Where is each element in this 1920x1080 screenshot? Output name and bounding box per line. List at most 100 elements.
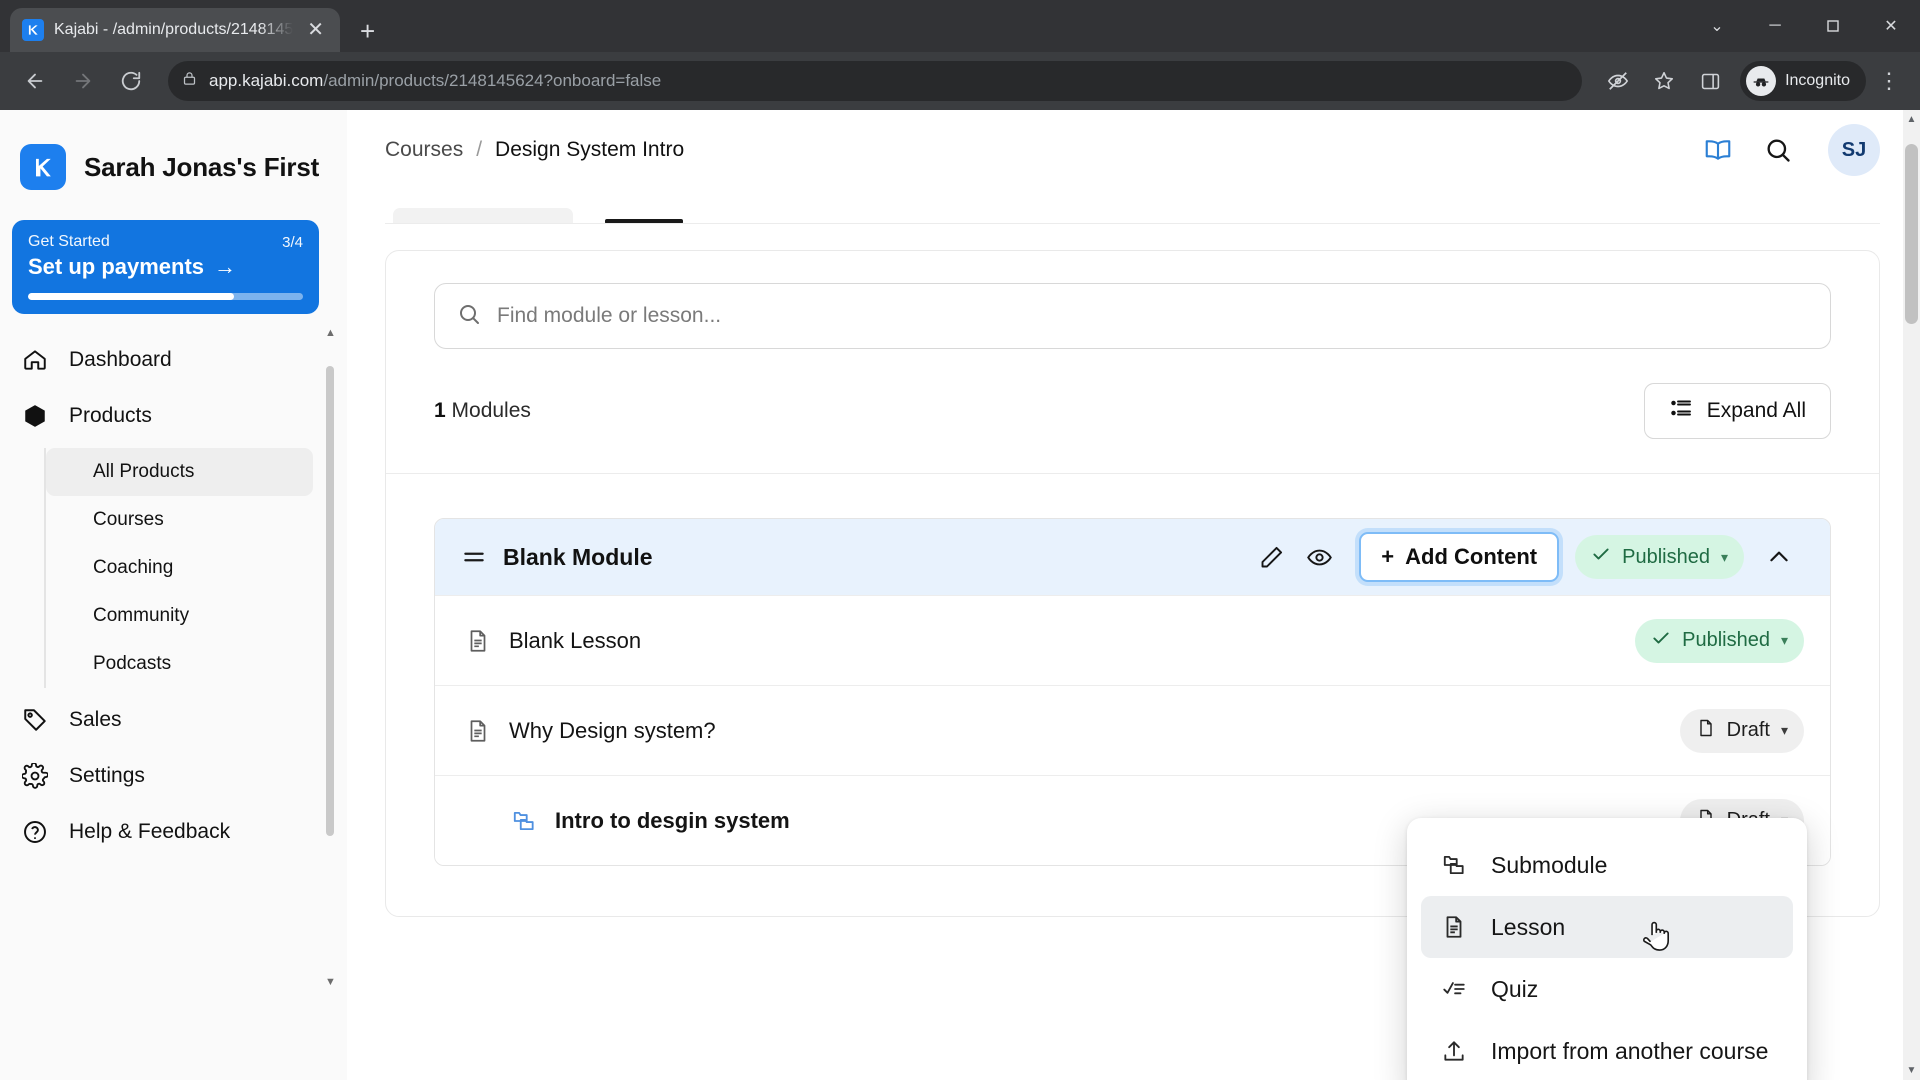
add-content-button[interactable]: + Add Content (1359, 532, 1560, 582)
menu-item-label: Quiz (1491, 975, 1539, 1002)
search-input[interactable]: Find module or lesson... (434, 283, 1831, 349)
status-badge[interactable]: Published ▾ (1575, 535, 1744, 579)
pencil-icon[interactable] (1247, 533, 1295, 581)
address-bar[interactable]: app.kajabi.com/admin/products/2148145624… (168, 61, 1583, 101)
sidebar-item-podcasts[interactable]: Podcasts (46, 640, 313, 688)
bookmark-star-icon[interactable] (1644, 61, 1684, 101)
status-badge[interactable]: Draft ▾ (1679, 708, 1804, 753)
module-header-row[interactable]: Blank Module + Add Content Published ▾ (435, 519, 1830, 595)
menu-item-import-from-another-course[interactable]: Import from another course (1421, 1020, 1793, 1080)
url-text: app.kajabi.com/admin/products/2148145624… (209, 71, 661, 91)
sidebar-item-community[interactable]: Community (46, 592, 313, 640)
menu-item-lesson[interactable]: Lesson (1421, 896, 1793, 958)
lock-icon (182, 71, 197, 91)
content-tabs (385, 190, 1880, 224)
expand-all-label: Expand All (1706, 399, 1806, 422)
page-scrollbar[interactable]: ▲ ▼ (1903, 110, 1920, 1080)
get-started-cta-label: Set up payments (28, 254, 205, 279)
get-started-card[interactable]: Get Started 3/4 Set up payments → (12, 220, 319, 314)
document-icon (1439, 914, 1469, 940)
scroll-down-icon[interactable]: ▼ (1903, 1065, 1920, 1076)
scroll-up-icon[interactable]: ▲ (325, 328, 336, 339)
get-started-cta[interactable]: Set up payments → (28, 254, 303, 280)
menu-item-label: Submodule (1491, 851, 1608, 878)
chevron-down-icon: ▾ (1720, 548, 1728, 565)
submodule-icon (1439, 852, 1469, 878)
menu-item-submodule[interactable]: Submodule (1421, 834, 1793, 896)
browser-menu-icon[interactable]: ⋮ (1872, 68, 1906, 94)
sidebar-item-dashboard[interactable]: Dashboard (0, 332, 347, 388)
sidebar-item-settings[interactable]: Settings (0, 748, 347, 804)
tag-icon (20, 705, 50, 735)
gear-icon (20, 761, 50, 791)
eye-icon[interactable] (1295, 533, 1343, 581)
kajabi-logo-icon (20, 144, 66, 190)
page-viewport: Sarah Jonas's First Get Started 3/4 Set … (0, 110, 1920, 1080)
sidebar-item-products[interactable]: Products (0, 388, 347, 444)
browser-window: Kajabi - /admin/products/2148145624?onbo… (0, 0, 1920, 1080)
sidebar-scrollbar-thumb[interactable] (326, 366, 334, 836)
book-icon[interactable] (1696, 128, 1740, 172)
sidebar-item-label: Help & Feedback (69, 820, 231, 843)
submodule-icon (507, 808, 541, 834)
incognito-icon (1746, 66, 1777, 96)
sidebar-scrollbar[interactable]: ▲ ▼ (325, 328, 336, 988)
url-host: app.kajabi.com (209, 71, 324, 90)
profile-label: Incognito (1785, 72, 1850, 89)
document-icon (461, 718, 495, 744)
drag-handle-icon[interactable] (459, 544, 489, 570)
sidebar-item-all-products[interactable]: All Products (46, 448, 313, 496)
side-panel-icon[interactable] (1690, 61, 1730, 101)
main-content: Courses / Design System Intro SJ Find mo… (347, 110, 1920, 1080)
avatar[interactable]: SJ (1828, 124, 1880, 176)
plus-icon: + (1381, 544, 1395, 569)
breadcrumb-parent[interactable]: Courses (385, 138, 463, 162)
lesson-name: Why Design system? (509, 717, 716, 743)
cube-icon (20, 401, 50, 431)
page-scrollbar-thumb[interactable] (1905, 144, 1918, 324)
sidebar-item-courses[interactable]: Courses (46, 496, 313, 544)
collapse-module-button[interactable] (1754, 532, 1804, 582)
tracking-blocked-icon[interactable] (1598, 61, 1638, 101)
sidebar-item-sales[interactable]: Sales (0, 692, 347, 748)
brand-name: Sarah Jonas's First (84, 151, 320, 182)
module-title: Blank Module (503, 543, 653, 570)
expand-all-button[interactable]: Expand All (1643, 383, 1831, 439)
lesson-name: Intro to desgin system (555, 807, 790, 833)
tab-search-icon[interactable]: ⌄ (1688, 0, 1746, 52)
list-item[interactable]: Why Design system? Draft ▾ (435, 685, 1830, 775)
upload-icon (1439, 1038, 1469, 1064)
browser-tab[interactable]: Kajabi - /admin/products/2148145624?onbo… (10, 8, 340, 52)
close-window-button[interactable]: ✕ (1862, 0, 1920, 52)
get-started-progress-track (28, 293, 303, 300)
chevron-down-icon: ▾ (1780, 632, 1788, 648)
reload-button[interactable] (110, 60, 152, 102)
modules-meta-row: 1 Modules Expand All (426, 349, 1839, 473)
menu-item-label: Lesson (1491, 913, 1566, 940)
curriculum-card: Find module or lesson... 1 Modules Expan… (385, 250, 1880, 917)
menu-item-label: Import from another course (1491, 1037, 1769, 1064)
back-button[interactable] (14, 60, 56, 102)
close-tab-icon[interactable]: ✕ (303, 18, 328, 42)
tab-inactive-partial[interactable] (393, 208, 573, 224)
sidebar-item-label: Dashboard (69, 348, 172, 371)
maximize-button[interactable] (1804, 0, 1862, 52)
minimize-button[interactable]: ─ (1746, 0, 1804, 52)
menu-item-quiz[interactable]: Quiz (1421, 958, 1793, 1020)
page-topbar: Courses / Design System Intro SJ (347, 110, 1920, 190)
sidebar-nav: Dashboard Products All Products Courses … (0, 332, 347, 860)
scroll-down-icon[interactable]: ▼ (325, 977, 336, 988)
get-started-label: Get Started (28, 233, 110, 250)
sidebar-item-coaching[interactable]: Coaching (46, 544, 313, 592)
list-item[interactable]: Blank Lesson Published ▾ (435, 595, 1830, 685)
profile-chip[interactable]: Incognito (1740, 61, 1866, 101)
scroll-up-icon[interactable]: ▲ (1903, 114, 1920, 125)
search-icon (457, 302, 481, 331)
brand-header[interactable]: Sarah Jonas's First (0, 110, 347, 220)
new-tab-button[interactable]: + (360, 18, 375, 44)
kajabi-favicon-icon (22, 19, 44, 41)
search-icon[interactable] (1756, 128, 1800, 172)
status-badge[interactable]: Published ▾ (1635, 618, 1804, 663)
sidebar-item-label: Sales (69, 708, 122, 731)
sidebar-item-help-feedback[interactable]: Help & Feedback (0, 804, 347, 860)
